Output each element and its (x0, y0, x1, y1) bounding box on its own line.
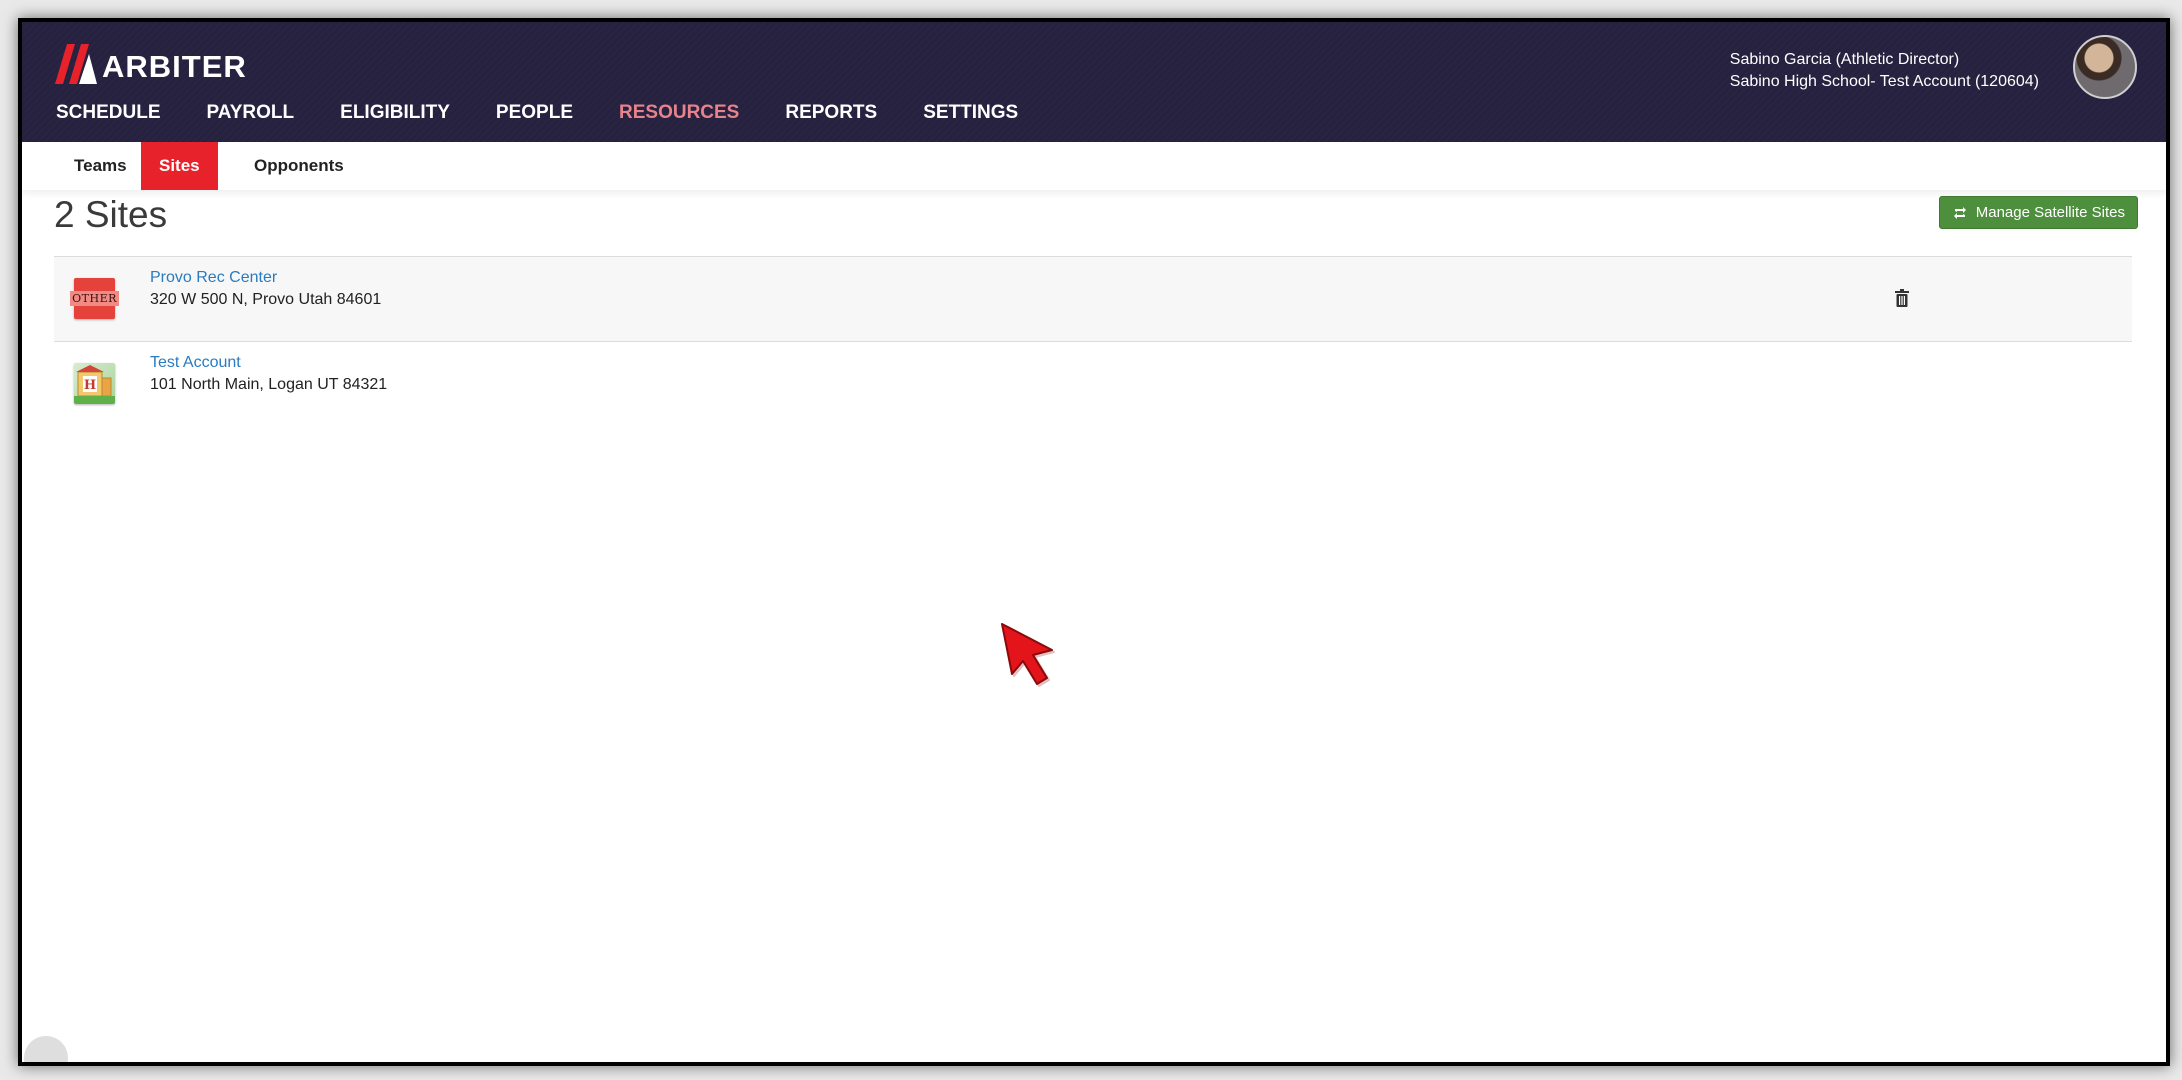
logo-text: ARBITER (102, 49, 247, 84)
list-item: H Test Account 101 North Main, Logan UT … (54, 342, 2132, 426)
app-window: ARBITER SCHEDULE PAYROLL ELIGIBILITY PEO… (18, 18, 2170, 1066)
nav-payroll[interactable]: PAYROLL (207, 102, 295, 124)
nav-schedule[interactable]: SCHEDULE (56, 102, 161, 124)
mouse-cursor-icon (1001, 623, 1055, 687)
site-address: 320 W 500 N, Provo Utah 84601 (150, 291, 382, 308)
user-info[interactable]: Sabino Garcia (Athletic Director) Sabino… (1730, 49, 2039, 93)
user-name-role: Sabino Garcia (Athletic Director) (1729, 51, 1960, 68)
site-list: OTHER Provo Rec Center 320 W 500 N, Prov… (54, 256, 2132, 426)
nav-settings[interactable]: SETTINGS (923, 102, 1018, 124)
site-address: 101 North Main, Logan UT 84321 (150, 376, 388, 393)
list-item: OTHER Provo Rec Center 320 W 500 N, Prov… (54, 257, 2132, 342)
resources-subnav: Teams Sites Opponents (22, 142, 2166, 190)
venue-icon-text: OTHER (70, 291, 119, 306)
other-venue-icon: OTHER (70, 278, 119, 319)
manage-button-label: Manage Satellite Sites (1975, 204, 2125, 221)
nav-resources[interactable]: RESOURCES (619, 102, 739, 124)
nav-reports[interactable]: REPORTS (785, 102, 877, 124)
tab-opponents[interactable]: Opponents (236, 142, 362, 190)
help-bubble[interactable] (24, 1036, 68, 1062)
building-letter: H (84, 378, 96, 393)
nav-eligibility[interactable]: ELIGIBILITY (340, 102, 450, 124)
main-nav: SCHEDULE PAYROLL ELIGIBILITY PEOPLE RESO… (56, 102, 1064, 124)
manage-satellite-sites-button[interactable]: Manage Satellite Sites (1938, 196, 2138, 229)
refresh-icon (1953, 206, 1966, 219)
arbiter-logo-icon (55, 44, 97, 84)
tab-teams[interactable]: Teams (56, 142, 145, 190)
site-name-link[interactable]: Test Account (150, 354, 241, 372)
nav-people[interactable]: PEOPLE (496, 102, 573, 124)
page-title: 2 Sites (54, 194, 168, 235)
trash-icon[interactable] (1895, 289, 1909, 307)
building-graphic: H (74, 365, 115, 404)
school-building-icon: H (74, 363, 115, 404)
arbiter-logo[interactable]: ARBITER (55, 44, 247, 84)
user-organization: Sabino High School- Test Account (120604… (1729, 73, 2039, 90)
avatar[interactable] (2073, 35, 2137, 99)
top-navigation-bar: ARBITER SCHEDULE PAYROLL ELIGIBILITY PEO… (22, 22, 2166, 142)
site-name-link[interactable]: Provo Rec Center (150, 269, 277, 287)
tab-sites[interactable]: Sites (141, 142, 218, 190)
